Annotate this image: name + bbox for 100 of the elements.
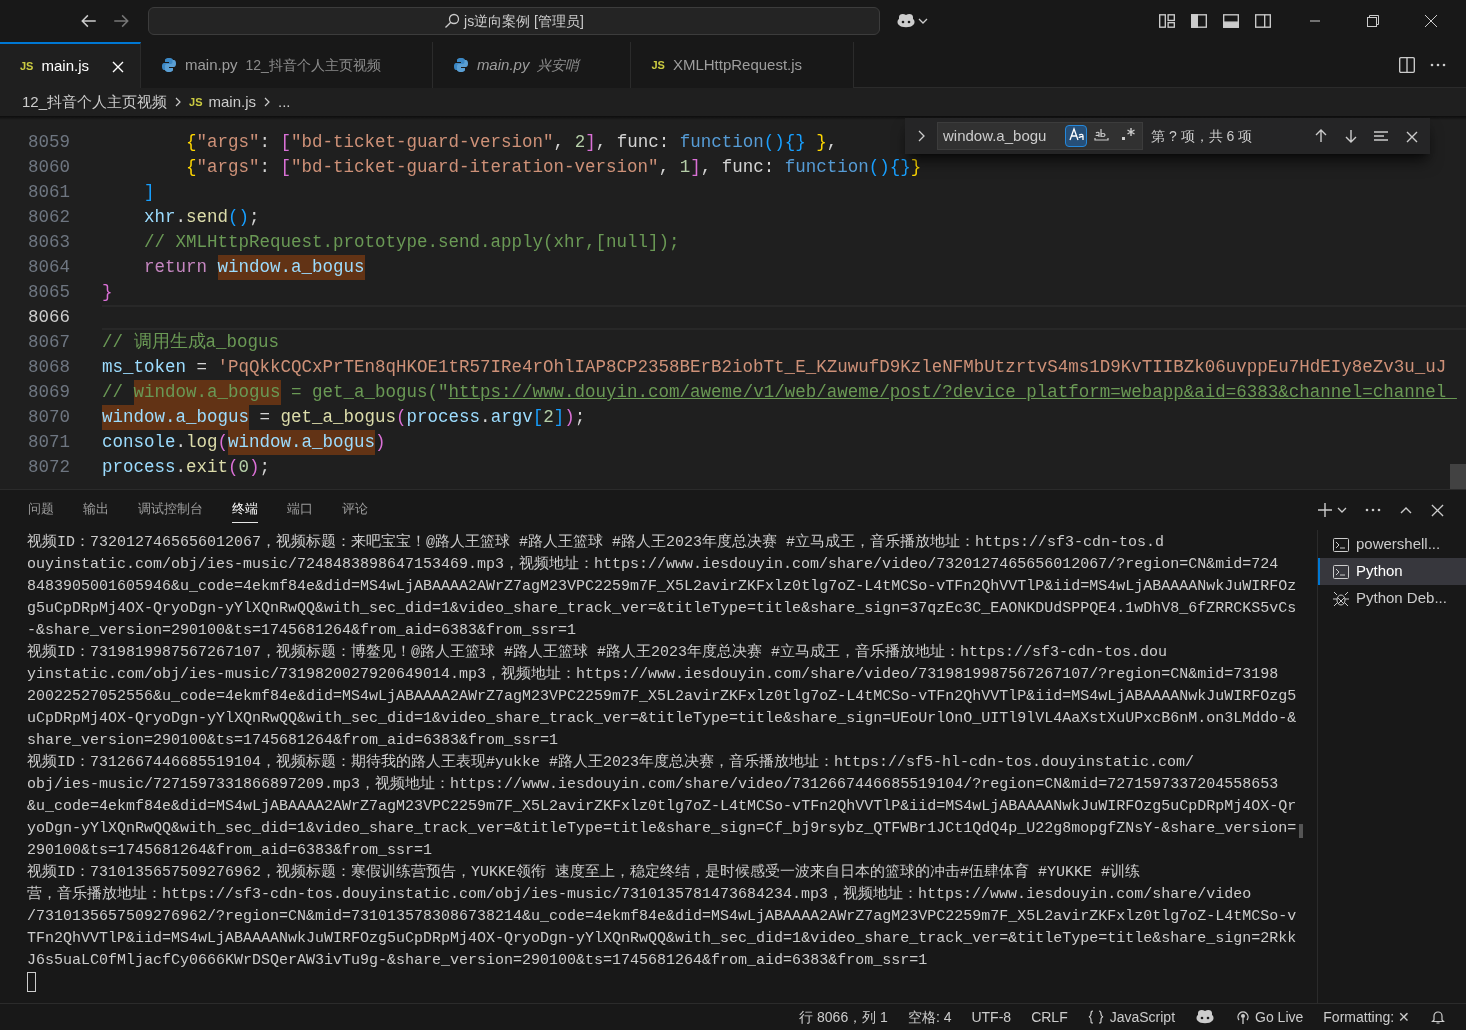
- terminal-name: Python Deb...: [1356, 588, 1447, 609]
- code-line: // 调用生成a_bogus: [102, 331, 280, 354]
- more-actions-icon[interactable]: [1365, 508, 1381, 512]
- panel-tab[interactable]: 终端: [232, 497, 258, 523]
- whole-word-icon: [1094, 126, 1110, 142]
- terminal-output-line: yinstatic.com/obj/ies-music/7319820027920649014.mp3，视频地址：https://www.iesdouyin.com/share/video/7319819987567267107/?region=CN&mid=73198: [27, 664, 1279, 685]
- split-editor-icon[interactable]: [1398, 56, 1416, 74]
- terminal-output-line: 视频ID：7312667446685519104，视频标题：期待我的路人王表现#yukke #路人王2023年度总决赛，音乐播放地址：https://sf5-hl-cdn-tos.douyinstatic.com/: [27, 752, 1195, 773]
- close-icon: [111, 59, 124, 73]
- line-number: 8072: [27, 456, 70, 479]
- terminal-output-line: 视频ID：7310135657509276962，视频标题：寒假训练营预告，YUKKE领衔 速度至上，稳定终结，是时候感受一波来自日本的篮球的冲击#伍肆体育 #YUKKE #训练: [27, 862, 1141, 883]
- find-input[interactable]: window.a_bogu: [937, 122, 1143, 150]
- terminal-output-line: &u_code=4ekmf84e&did=MS4wLjABAAAA2AWrZ7agM23VPC2259m7F_X5L2avirZKFxlz0tlg7oZ-L4tMCSo-vTFn2QhVVTlP&iid=MS4wLjABAAAANwkJuWIRFOzg5uCpDRpMj4OX-Qr: [27, 797, 1297, 817]
- line-number: 8070: [27, 406, 70, 429]
- terminal-name: powershell...: [1356, 534, 1441, 555]
- terminal-output-line: 8483905001605946&u_code=4ekmf84e&did=MS4wLjABAAAA2AWrZ7agM23VPC2259m7F_X5L2avirZKFxlz0tlg7oZ-L4tMCSo-vTFn2QhVVTlP&iid=MS4wLjABAAAANwkJuWIRFOz: [27, 577, 1297, 597]
- scrollbar-thumb[interactable]: [1299, 824, 1303, 838]
- code-line: console.log(window.a_bogus): [102, 430, 386, 455]
- copilot-icon: [1195, 1008, 1216, 1026]
- line-number: 8059: [27, 131, 70, 154]
- chevron-down-icon[interactable]: [1337, 505, 1347, 515]
- code-line: window.a_bogus = get_a_bogus(process.argv[2]);: [102, 405, 586, 430]
- panel-tab[interactable]: 问题: [28, 497, 54, 523]
- status-item[interactable]: UTF-8: [971, 1006, 1012, 1028]
- tab-label: main.py: [185, 54, 238, 75]
- tab-label: XMLHttpRequest.js: [672, 54, 803, 75]
- terminal-name: Python: [1356, 561, 1403, 582]
- forward-icon[interactable]: [112, 12, 130, 30]
- js-file-icon: JS: [189, 93, 203, 111]
- tab-label: main.js: [41, 55, 89, 76]
- line-number: 8061: [27, 181, 70, 204]
- terminal-output-line: 视频ID：7320127465656012067，视频标题：来吧宝宝！@路人王篮球 #路人王篮球 #路人王2023年度总决赛 #立马成王，音乐播放地址：https://sf3-cdn-tos.d: [27, 532, 1165, 553]
- js-file-icon: JS: [651, 56, 665, 74]
- tab-label: main.py: [476, 54, 530, 75]
- line-number: 8071: [27, 431, 70, 454]
- breadcrumb-item[interactable]: main.js: [208, 90, 256, 114]
- regex-icon: [1120, 126, 1136, 142]
- terminal-output-line: /7310135657509276962/?region=CN&mid=7310135783086738214&u_code=4ekmf84e&did=MS4wLjABAAAA2AWrZ7agM23VPC2259m7F_X5L2avirZKFxlz0tlg7oZ-L4tMCSo-v: [27, 907, 1297, 927]
- line-number: 8069: [27, 381, 70, 404]
- arrow-down-icon: [1343, 128, 1359, 144]
- terminal-output-line: ouyinstatic.com/obj/ies-music/7248483898647153469.mp3，视频地址：https://www.iesdouyin.com/share/video/7320127465656012067/?region=CN&mid=724: [27, 554, 1279, 575]
- terminal-list-item[interactable]: powershell...: [1318, 531, 1466, 558]
- panel-tab[interactable]: 端口: [287, 497, 313, 523]
- line-number: 8064: [27, 256, 70, 279]
- terminal-list-item[interactable]: Python Deb...: [1318, 585, 1466, 612]
- secondary-sidebar-icon[interactable]: [1254, 12, 1272, 30]
- code-line: ms_token = 'PqQkkCQCxPrTEn8qHKOE1tR57IRe4rOhlIAP8CP2358BErB2iobTt_E_KZuwufD9KzleNFMbUtzrtvS4ms1D9KvTIIBZk06uvppEu7HdEIy8eZv3u_uJ: [102, 356, 1447, 379]
- match-case-icon: [1068, 126, 1084, 142]
- panel-tab[interactable]: 输出: [83, 497, 109, 523]
- chevron-right-icon: [262, 97, 272, 107]
- panel-tab[interactable]: 评论: [342, 497, 368, 523]
- scrollbar-thumb[interactable]: [1450, 464, 1466, 489]
- status-item[interactable]: Formatting: ✕: [1323, 1006, 1410, 1028]
- code-line: process.exit(0);: [102, 456, 271, 479]
- terminal-output-line: J6s5uaLC0fMljacfCy0666KWrDSQerAW3ivTu9g-&share_version=290100&ts=1745681264&from_aid=6383&from_ssr=1: [27, 951, 928, 971]
- match-case-toggle[interactable]: [1065, 125, 1087, 147]
- python-file-icon: [452, 57, 469, 73]
- terminal-output-line: TFn2QhVVTlP&iid=MS4wLjABAAAANwkJuWIRFOzg5uCpDRpMj4OX-QryoDgn-yYlXQnRwQQ&with_sec_did=1&video_share_track_ver=&titleType=title&share_sign=2Rkk: [27, 929, 1297, 949]
- editor-tab[interactable]: main.py 12_抖音个人主页视频: [141, 42, 433, 88]
- terminal-output-line: obj/ies-music/7271597331866897209.mp3，视频地址：https://www.iesdouyin.com/share/video/7312667446685519104/?region=CN&mid=7271597337204558653: [27, 774, 1279, 795]
- terminal-cursor: [27, 972, 36, 992]
- close-icon[interactable]: [1424, 14, 1438, 28]
- close-icon[interactable]: [1431, 503, 1444, 517]
- editor-tab[interactable]: JS main.js: [0, 42, 141, 88]
- code-line: ]: [143, 181, 155, 204]
- restore-icon[interactable]: [1366, 14, 1380, 28]
- bell-icon: [1430, 1009, 1446, 1025]
- status-item[interactable]: 行 8066，列 1: [799, 1006, 888, 1028]
- arrow-up-icon: [1313, 128, 1329, 144]
- code-line: {"args": ["bd-ticket-guard-iteration-version", 1], func: function(){}}: [185, 156, 922, 179]
- breadcrumb-item[interactable]: ...: [278, 90, 291, 114]
- panel-toggle-icon[interactable]: [1222, 12, 1240, 30]
- terminal-list-item[interactable]: Python: [1318, 558, 1466, 585]
- terminal-output-line: 营，音乐播放地址：https://sf3-cdn-tos.douyinstatic.com/obj/ies-music/7310135781473684234.mp3，视频地址：https://www.iesdouyin.com/share/video: [27, 884, 1252, 905]
- status-item[interactable]: 空格: 4: [907, 1006, 952, 1028]
- line-number: 8066: [27, 306, 70, 329]
- back-icon[interactable]: [80, 12, 98, 30]
- go-live-button[interactable]: Go Live: [1255, 1006, 1304, 1028]
- terminal-output-line: g5uCpDRpMj4OX-QryoDgn-yYlXQnRwQQ&with_sec_did=1&video_share_track_ver=&titleType=title&share_sign=37qzEc3C_EAONKDUdSPPQE4.1wDhV8_6fZRRCKS5vCs: [27, 599, 1297, 619]
- language-mode[interactable]: JavaScript: [1109, 1006, 1176, 1028]
- sidebar-toggle-icon[interactable]: [1190, 12, 1208, 30]
- breadcrumb-item[interactable]: 12_抖音个人主页视频: [22, 90, 168, 114]
- broadcast-icon: [1235, 1009, 1252, 1025]
- terminal-icon: [1332, 535, 1350, 554]
- copilot-icon[interactable]: [896, 12, 916, 30]
- tab-description: 12_抖音个人主页视频: [245, 55, 381, 75]
- terminal-output-line: 290100&ts=1745681264&from_aid=6383&from_ssr=1: [27, 841, 433, 861]
- plus-icon[interactable]: [1317, 502, 1333, 518]
- panel-tab[interactable]: 调试控制台: [138, 497, 203, 523]
- editor-tab[interactable]: main.py 兴安哨: [432, 42, 632, 88]
- terminal-output-line: yoDgn-yYlXQnRwQQ&with_sec_did=1&video_share_track_ver=&titleType=title&share_sign=Cf_bj9rsybz_QTFWBr1JCt1QdQ4p_U22g8mopgfZNsY-&share_version=: [27, 819, 1297, 839]
- close-icon: [1405, 129, 1418, 143]
- status-item[interactable]: CRLF: [1031, 1006, 1068, 1028]
- chevron-down-icon[interactable]: [918, 16, 928, 26]
- braces-icon: [1087, 1009, 1104, 1025]
- editor-tab[interactable]: JS XMLHttpRequest.js: [631, 42, 855, 88]
- search-text: js逆向案例 [管理员]: [464, 11, 584, 31]
- more-actions-icon[interactable]: [1430, 63, 1446, 67]
- layout-icon[interactable]: [1158, 12, 1176, 30]
- command-center-search[interactable]: js逆向案例 [管理员]: [148, 7, 880, 35]
